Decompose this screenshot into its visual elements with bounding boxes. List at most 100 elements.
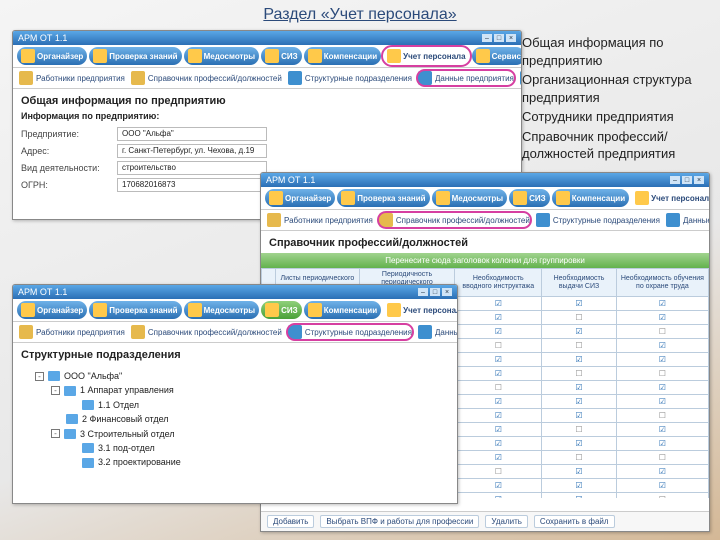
tree-node[interactable]: -1 Аппарат управления: [51, 383, 449, 397]
expand-icon[interactable]: -: [51, 386, 60, 395]
checkbox-icon[interactable]: [659, 495, 666, 498]
tree-node[interactable]: 3.2 проектирование: [67, 455, 449, 469]
tb-personnel[interactable]: Учет персонала: [383, 301, 458, 319]
sub-struct[interactable]: Структурные подразделения: [536, 213, 660, 227]
tree-node[interactable]: 2 Финансовый отдел: [51, 412, 449, 426]
sub-data[interactable]: Данные предприятия: [666, 213, 710, 227]
tree-node[interactable]: 1.1 Отдел: [67, 398, 449, 412]
expand-icon[interactable]: -: [35, 372, 44, 381]
checkbox-icon[interactable]: [575, 327, 582, 336]
checkbox-icon[interactable]: [495, 439, 502, 448]
tb-med[interactable]: Медосмотры: [184, 301, 260, 319]
sub-org2[interactable]: Органайзер: [520, 71, 522, 85]
field-value[interactable]: ООО "Альфа": [117, 127, 267, 141]
footer-button[interactable]: Выбрать ВПФ и работы для профессии: [320, 515, 479, 528]
checkbox-icon[interactable]: [659, 453, 666, 462]
close-icon[interactable]: ×: [442, 288, 452, 296]
checkbox-icon[interactable]: [575, 467, 582, 476]
tb-med[interactable]: Медосмотры: [184, 47, 260, 65]
checkbox-icon[interactable]: [575, 369, 582, 378]
sub-struct[interactable]: Структурные подразделения: [288, 325, 412, 339]
checkbox-icon[interactable]: [495, 467, 502, 476]
checkbox-icon[interactable]: [659, 481, 666, 490]
checkbox-icon[interactable]: [659, 327, 666, 336]
checkbox-icon[interactable]: [495, 411, 502, 420]
maximize-icon[interactable]: □: [430, 288, 440, 296]
checkbox-icon[interactable]: [495, 355, 502, 364]
checkbox-icon[interactable]: [659, 425, 666, 434]
checkbox-icon[interactable]: [659, 313, 666, 322]
sub-workers[interactable]: Работники предприятия: [19, 71, 125, 85]
col-header[interactable]: Необходимость выдачи СИЗ: [542, 269, 617, 297]
checkbox-icon[interactable]: [495, 481, 502, 490]
checkbox-icon[interactable]: [495, 397, 502, 406]
field-value[interactable]: г. Санкт-Петербург, ул. Чехова, д.19: [117, 144, 267, 158]
minimize-icon[interactable]: –: [418, 288, 428, 296]
checkbox-icon[interactable]: [575, 411, 582, 420]
checkbox-icon[interactable]: [659, 383, 666, 392]
tb-check[interactable]: Проверка знаний: [89, 301, 181, 319]
tb-personnel[interactable]: Учет персонала: [631, 189, 710, 207]
minimize-icon[interactable]: –: [670, 176, 680, 184]
sub-data[interactable]: Данные предприятия: [418, 325, 458, 339]
expand-icon[interactable]: -: [51, 429, 60, 438]
field-value[interactable]: 170682016873: [117, 178, 267, 192]
checkbox-icon[interactable]: [575, 453, 582, 462]
checkbox-icon[interactable]: [495, 425, 502, 434]
checkbox-icon[interactable]: [659, 439, 666, 448]
sub-spr[interactable]: Справочник профессий/должностей: [131, 71, 282, 85]
checkbox-icon[interactable]: [575, 425, 582, 434]
checkbox-icon[interactable]: [495, 341, 502, 350]
tree-node[interactable]: -ООО "Альфа": [35, 369, 449, 383]
sub-workers[interactable]: Работники предприятия: [19, 325, 125, 339]
sub-struct[interactable]: Структурные подразделения: [288, 71, 412, 85]
checkbox-icon[interactable]: [495, 495, 502, 498]
checkbox-icon[interactable]: [575, 383, 582, 392]
checkbox-icon[interactable]: [575, 397, 582, 406]
checkbox-icon[interactable]: [575, 495, 582, 498]
close-icon[interactable]: ×: [506, 34, 516, 42]
group-hint-bar[interactable]: Перенесите сюда заголовок колонки для гр…: [261, 253, 709, 268]
sub-data[interactable]: Данные предприятия: [418, 71, 514, 85]
checkbox-icon[interactable]: [659, 411, 666, 420]
checkbox-icon[interactable]: [495, 313, 502, 322]
checkbox-icon[interactable]: [575, 439, 582, 448]
checkbox-icon[interactable]: [495, 453, 502, 462]
checkbox-icon[interactable]: [659, 355, 666, 364]
checkbox-icon[interactable]: [575, 299, 582, 308]
col-header[interactable]: Необходимость обучения по охране труда: [616, 269, 708, 297]
footer-button[interactable]: Сохранить в файл: [534, 515, 615, 528]
maximize-icon[interactable]: □: [494, 34, 504, 42]
tb-personnel[interactable]: Учет персонала: [383, 47, 469, 65]
checkbox-icon[interactable]: [659, 299, 666, 308]
checkbox-icon[interactable]: [659, 369, 666, 378]
minimize-icon[interactable]: –: [482, 34, 492, 42]
tree-node[interactable]: 3.1 под-отдел: [67, 441, 449, 455]
checkbox-icon[interactable]: [575, 313, 582, 322]
checkbox-icon[interactable]: [659, 467, 666, 476]
checkbox-icon[interactable]: [659, 341, 666, 350]
tb-comp[interactable]: Компенсации: [304, 47, 381, 65]
tb-organizer[interactable]: Органайзер: [17, 301, 87, 319]
tb-siz[interactable]: СИЗ: [509, 189, 550, 207]
field-value[interactable]: строительство: [117, 161, 267, 175]
checkbox-icon[interactable]: [495, 299, 502, 308]
tb-check[interactable]: Проверка знаний: [89, 47, 181, 65]
checkbox-icon[interactable]: [495, 327, 502, 336]
maximize-icon[interactable]: □: [682, 176, 692, 184]
sub-spr[interactable]: Справочник профессий/должностей: [131, 325, 282, 339]
checkbox-icon[interactable]: [575, 341, 582, 350]
tb-check[interactable]: Проверка знаний: [337, 189, 429, 207]
footer-button[interactable]: Добавить: [267, 515, 314, 528]
sub-workers[interactable]: Работники предприятия: [267, 213, 373, 227]
tb-comp[interactable]: Компенсации: [304, 301, 381, 319]
checkbox-icon[interactable]: [495, 369, 502, 378]
checkbox-icon[interactable]: [659, 397, 666, 406]
tb-organizer[interactable]: Органайзер: [265, 189, 335, 207]
tb-comp[interactable]: Компенсации: [552, 189, 629, 207]
tb-med[interactable]: Медосмотры: [432, 189, 508, 207]
checkbox-icon[interactable]: [575, 355, 582, 364]
col-header[interactable]: Необходимость вводного инструктажа: [455, 269, 542, 297]
tb-siz[interactable]: СИЗ: [261, 301, 302, 319]
tree-node[interactable]: -3 Строительный отдел: [51, 427, 449, 441]
